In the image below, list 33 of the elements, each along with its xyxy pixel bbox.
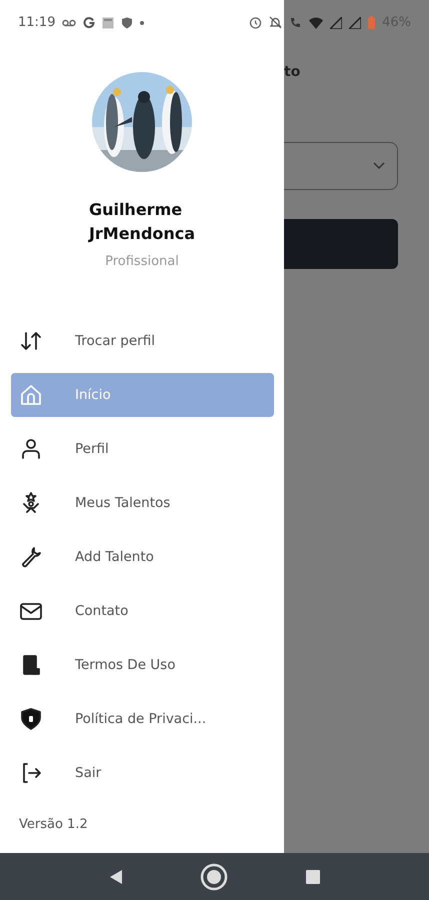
menu-item[interactable]: Add Talento xyxy=(11,535,274,579)
wifi-icon xyxy=(309,16,324,28)
menu-item[interactable]: Perfil xyxy=(11,427,274,471)
chevron-down-icon xyxy=(373,162,385,170)
menu-item[interactable]: Sair xyxy=(11,751,274,795)
user-name: Guilherme JrMendonca xyxy=(88,199,196,245)
battery-icon xyxy=(368,16,376,29)
menu-item[interactable]: Termos De Uso xyxy=(11,643,274,687)
user-role: Profissional xyxy=(105,254,179,269)
screen-title: to xyxy=(284,64,300,80)
dot-icon xyxy=(140,20,144,24)
alarm-icon xyxy=(249,16,262,29)
wrench-icon xyxy=(19,545,43,569)
menu-item[interactable]: Política de Privaci... xyxy=(11,697,274,741)
shield-icon xyxy=(19,707,43,731)
menu-item[interactable]: Contato xyxy=(11,589,274,633)
muted-bell-icon xyxy=(269,16,282,29)
back-icon[interactable] xyxy=(108,868,124,884)
signal-icon xyxy=(349,16,362,28)
signal-icon xyxy=(330,16,342,28)
calendar-icon xyxy=(102,16,114,28)
g-logo-icon xyxy=(83,16,96,28)
person-icon xyxy=(19,437,43,461)
voicemail-icon xyxy=(62,18,76,28)
shield-icon xyxy=(121,16,134,28)
status-time: 11:19 xyxy=(18,15,56,30)
menu-item[interactable]: Trocar perfil xyxy=(11,319,274,363)
home-icon xyxy=(19,383,43,407)
recents-icon[interactable] xyxy=(304,868,321,884)
home-button-icon[interactable] xyxy=(200,862,228,890)
menu-item[interactable]: Meus Talentos xyxy=(11,481,274,525)
swap-arrows-icon xyxy=(19,329,43,353)
version-label: Versão 1.2 xyxy=(19,817,89,832)
